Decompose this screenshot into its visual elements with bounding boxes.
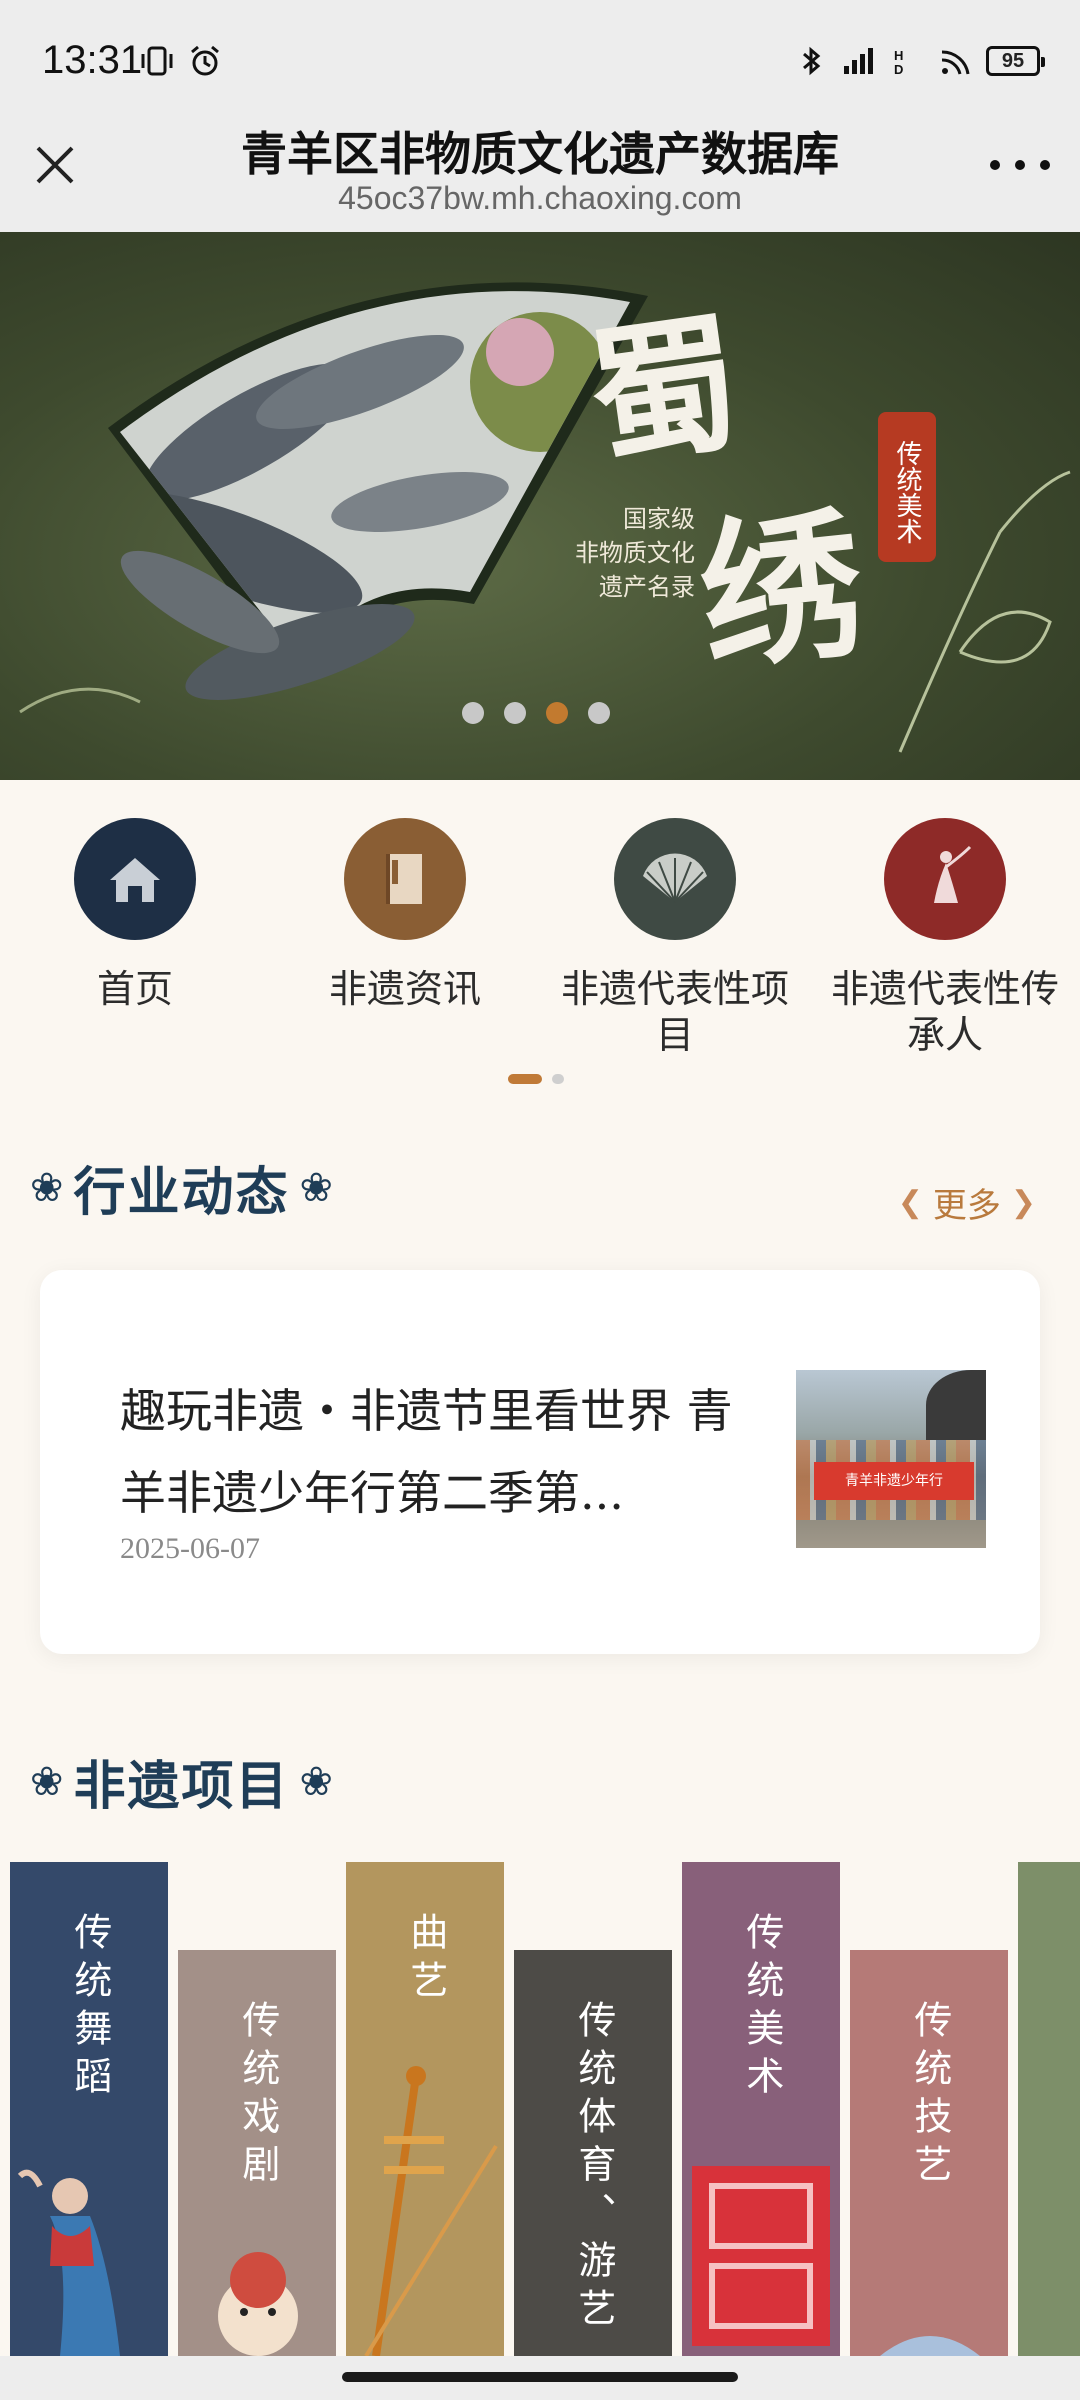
right-ornament-icon: ❯ [1010, 1185, 1036, 1220]
quick-nav: 首页 非遗资讯 非遗代表性项目 非遗代表性传承人 [0, 780, 1080, 1120]
ornament-icon: ❀ [30, 1164, 64, 1211]
news-thumbnail: 青羊非遗少年行 [796, 1370, 986, 1548]
category-art[interactable]: 传统美术 [682, 1862, 840, 2356]
wifi-icon [941, 50, 970, 75]
svg-text:H: H [894, 48, 903, 63]
category-quyi[interactable]: 曲艺 [346, 1862, 504, 2356]
section-title: 行业动态 [73, 1162, 290, 1223]
banner-badge: 传统美术 [878, 412, 936, 562]
banner-subtitle-line: 非物质文化 [575, 539, 695, 567]
opera-mask-illustration [218, 2252, 298, 2356]
more-link[interactable]: ❮ 更多 ❯ [898, 1178, 1036, 1227]
craft-illustration [880, 2336, 980, 2356]
nav-label: 非遗代表性传承人 [830, 967, 1059, 1057]
papercut-illustration [692, 2166, 830, 2346]
svg-text:D: D [894, 62, 903, 77]
banner-dot[interactable] [462, 702, 484, 724]
nav-label: 非遗代表性项目 [560, 967, 789, 1057]
nav-label: 首页 [96, 967, 173, 1011]
banner-title-char-2: 绣 [691, 489, 871, 693]
category-strip: 传统舞蹈 传统戏剧 曲艺 传统体育、游艺 传统美术 传统技艺 [0, 1862, 1080, 2356]
category-more[interactable] [1018, 1862, 1080, 2356]
status-time: 13:31 [42, 38, 143, 82]
title-bar: 13:31 HD 95 青羊区非物质文化遗产数据库 45oc37bw.mh.ch… [0, 0, 1080, 232]
home-indicator[interactable] [342, 2372, 738, 2382]
hero-banner[interactable]: 蜀 绣 国家级 非物质文化 遗产名录 传统美术 [0, 232, 1080, 780]
nav-item-news[interactable]: 非遗资讯 [270, 818, 540, 1012]
nav-label: 非遗资讯 [328, 967, 481, 1011]
fan-icon [614, 818, 736, 940]
section-title: 非遗项目 [73, 1756, 290, 1817]
home-icon [74, 818, 196, 940]
signal-icon [844, 48, 873, 74]
category-craft[interactable]: 传统技艺 [850, 1950, 1008, 2356]
category-label: 传统技艺 [907, 2000, 952, 2192]
dancer-icon [884, 818, 1006, 940]
section-header-projects: ❀ 非遗项目 ❀ [30, 1744, 333, 1819]
vibrate-icon [141, 46, 173, 76]
banner-subtitle-line: 遗产名录 [599, 573, 695, 601]
left-ornament-icon: ❮ [897, 1185, 923, 1220]
nav-pager [508, 1074, 564, 1084]
news-date: 2025-06-07 [120, 1532, 260, 1565]
bluetooth-icon [803, 46, 821, 76]
ornament-icon: ❀ [30, 1758, 64, 1805]
nav-item-projects[interactable]: 非遗代表性项目 [540, 818, 810, 1058]
banner-subtitle: 国家级 非物质文化 遗产名录 [545, 502, 695, 604]
ornament-icon: ❀ [299, 1758, 334, 1805]
nav-item-home[interactable]: 首页 [0, 818, 270, 1012]
thumb-banner-text: 青羊非遗少年行 [814, 1462, 974, 1500]
page-title: 青羊区非物质文化遗产数据库 [241, 127, 839, 181]
book-icon [344, 818, 466, 940]
category-label: 传统体育、游艺 [571, 2000, 616, 2336]
news-title: 趣玩非遗・非遗节里看世界 青羊非遗少年行第二季第... [120, 1384, 733, 1520]
banner-pagination[interactable] [462, 702, 610, 724]
status-icons-left [140, 44, 222, 78]
banner-dot[interactable] [588, 702, 610, 724]
hd-icon: HD [894, 48, 903, 77]
category-sports[interactable]: 传统体育、游艺 [514, 1950, 672, 2356]
dancer-illustration [17, 2169, 120, 2356]
erhu-illustration [364, 2066, 498, 2356]
banner-dot[interactable] [504, 702, 526, 724]
more-icon[interactable] [990, 150, 1050, 180]
category-dance[interactable]: 传统舞蹈 [10, 1862, 168, 2356]
battery-icon: 95 [986, 46, 1045, 76]
banner-title-char-1: 蜀 [578, 295, 742, 489]
news-card[interactable]: 趣玩非遗・非遗节里看世界 青羊非遗少年行第二季第... 2025-06-07 青… [40, 1270, 1040, 1654]
banner-subtitle-line: 国家级 [623, 505, 695, 533]
page-url: 45oc37bw.mh.chaoxing.com [338, 180, 742, 216]
banner-dot-active[interactable] [546, 702, 568, 724]
ornament-icon: ❀ [299, 1164, 334, 1211]
category-opera[interactable]: 传统戏剧 [178, 1950, 336, 2356]
status-icons-right: HD 95 [794, 44, 1045, 78]
more-label: 更多 [932, 1186, 1001, 1226]
section-header-news: ❀ 行业动态 ❀ [30, 1150, 333, 1225]
alarm-icon [191, 45, 219, 76]
nav-item-inheritors[interactable]: 非遗代表性传承人 [810, 818, 1080, 1058]
